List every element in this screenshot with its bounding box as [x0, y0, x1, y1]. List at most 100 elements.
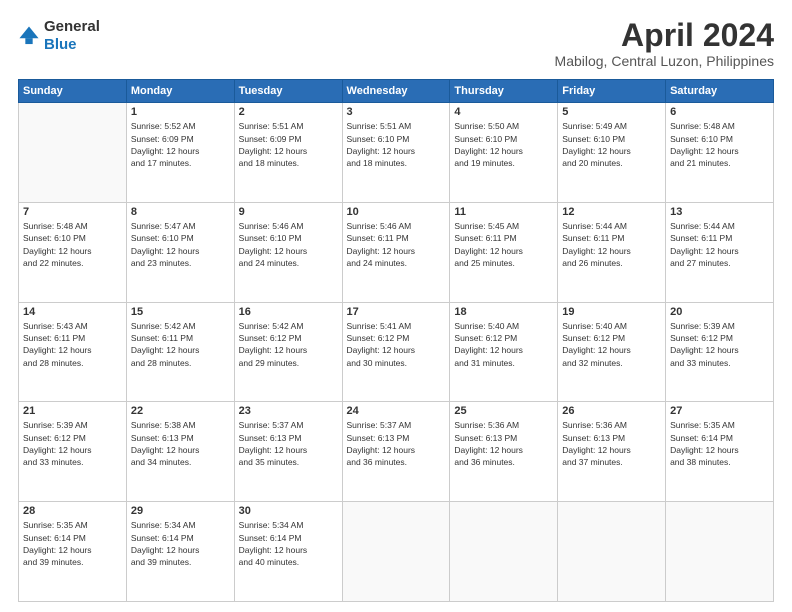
calendar-cell: 16 Sunrise: 5:42 AM Sunset: 6:12 PM Dayli… — [234, 302, 342, 402]
day-number: 8 — [131, 206, 230, 218]
day-info: Sunrise: 5:37 AM Sunset: 6:13 PM Dayligh… — [347, 419, 446, 468]
day-info: Sunrise: 5:49 AM Sunset: 6:10 PM Dayligh… — [562, 120, 661, 169]
calendar-cell: 12 Sunrise: 5:44 AM Sunset: 6:11 PM Dayli… — [558, 202, 666, 302]
calendar-cell: 10Sunrise: 5:46 AM Sunset: 6:11 PM Dayli… — [342, 202, 450, 302]
calendar-cell: 23Sunrise: 5:37 AM Sunset: 6:13 PM Dayli… — [234, 402, 342, 502]
day-info: Sunrise: 5:42 AM Sunset: 6:11 PM Dayligh… — [131, 320, 230, 369]
calendar-cell: 15 Sunrise: 5:42 AM Sunset: 6:11 PM Dayli… — [126, 302, 234, 402]
day-number: 19 — [562, 306, 661, 318]
day-info: Sunrise: 5:43 AM Sunset: 6:11 PM Dayligh… — [23, 320, 122, 369]
calendar-cell — [666, 502, 774, 602]
calendar-header-row: SundayMondayTuesdayWednesdayThursdayFrid… — [19, 80, 774, 103]
location-subtitle: Mabilog, Central Luzon, Philippines — [555, 53, 774, 69]
day-info: Sunrise: 5:48 AM Sunset: 6:10 PM Dayligh… — [23, 220, 122, 269]
day-info: Sunrise: 5:46 AM Sunset: 6:10 PM Dayligh… — [239, 220, 338, 269]
day-number: 22 — [131, 405, 230, 417]
day-number: 30 — [239, 505, 338, 517]
calendar-week-row: 1Sunrise: 5:52 AM Sunset: 6:09 PM Daylig… — [19, 103, 774, 203]
calendar-cell: 11 Sunrise: 5:45 AM Sunset: 6:11 PM Dayli… — [450, 202, 558, 302]
day-number: 15 — [131, 306, 230, 318]
day-number: 10 — [347, 206, 446, 218]
day-number: 1 — [131, 106, 230, 118]
day-number: 2 — [239, 106, 338, 118]
calendar-week-row: 7 Sunrise: 5:48 AM Sunset: 6:10 PM Daylig… — [19, 202, 774, 302]
day-header-friday: Friday — [558, 80, 666, 103]
calendar-cell: 21Sunrise: 5:39 AM Sunset: 6:12 PM Dayli… — [19, 402, 127, 502]
day-info: Sunrise: 5:34 AM Sunset: 6:14 PM Dayligh… — [239, 519, 338, 568]
day-info: Sunrise: 5:51 AM Sunset: 6:10 PM Dayligh… — [347, 120, 446, 169]
day-info: Sunrise: 5:51 AM Sunset: 6:09 PM Dayligh… — [239, 120, 338, 169]
logo-icon — [18, 25, 40, 47]
calendar-cell: 29Sunrise: 5:34 AM Sunset: 6:14 PM Dayli… — [126, 502, 234, 602]
calendar-cell: 3 Sunrise: 5:51 AM Sunset: 6:10 PM Daylig… — [342, 103, 450, 203]
day-info: Sunrise: 5:39 AM Sunset: 6:12 PM Dayligh… — [670, 320, 769, 369]
calendar-week-row: 28 Sunrise: 5:35 AM Sunset: 6:14 PM Dayli… — [19, 502, 774, 602]
logo: General Blue — [18, 18, 100, 54]
day-info: Sunrise: 5:45 AM Sunset: 6:11 PM Dayligh… — [454, 220, 553, 269]
day-info: Sunrise: 5:35 AM Sunset: 6:14 PM Dayligh… — [23, 519, 122, 568]
day-info: Sunrise: 5:41 AM Sunset: 6:12 PM Dayligh… — [347, 320, 446, 369]
day-number: 3 — [347, 106, 446, 118]
calendar-cell: 7 Sunrise: 5:48 AM Sunset: 6:10 PM Daylig… — [19, 202, 127, 302]
day-number: 12 — [562, 206, 661, 218]
calendar-cell: 26 Sunrise: 5:36 AM Sunset: 6:13 PM Dayli… — [558, 402, 666, 502]
day-number: 28 — [23, 505, 122, 517]
title-block: April 2024 Mabilog, Central Luzon, Phili… — [555, 18, 774, 69]
calendar-cell: 28 Sunrise: 5:35 AM Sunset: 6:14 PM Dayli… — [19, 502, 127, 602]
day-header-thursday: Thursday — [450, 80, 558, 103]
day-header-tuesday: Tuesday — [234, 80, 342, 103]
logo-text: General Blue — [44, 18, 100, 54]
logo-general: General — [44, 18, 100, 35]
page: General Blue April 2024 Mabilog, Central… — [0, 0, 792, 612]
day-number: 14 — [23, 306, 122, 318]
day-number: 23 — [239, 405, 338, 417]
day-info: Sunrise: 5:47 AM Sunset: 6:10 PM Dayligh… — [131, 220, 230, 269]
day-number: 7 — [23, 206, 122, 218]
day-number: 13 — [670, 206, 769, 218]
calendar-week-row: 21Sunrise: 5:39 AM Sunset: 6:12 PM Dayli… — [19, 402, 774, 502]
calendar-cell: 8 Sunrise: 5:47 AM Sunset: 6:10 PM Daylig… — [126, 202, 234, 302]
day-info: Sunrise: 5:36 AM Sunset: 6:13 PM Dayligh… — [562, 419, 661, 468]
calendar-cell: 14 Sunrise: 5:43 AM Sunset: 6:11 PM Dayli… — [19, 302, 127, 402]
day-info: Sunrise: 5:35 AM Sunset: 6:14 PM Dayligh… — [670, 419, 769, 468]
calendar-week-row: 14 Sunrise: 5:43 AM Sunset: 6:11 PM Dayli… — [19, 302, 774, 402]
day-number: 16 — [239, 306, 338, 318]
day-number: 4 — [454, 106, 553, 118]
calendar-cell: 18 Sunrise: 5:40 AM Sunset: 6:12 PM Dayli… — [450, 302, 558, 402]
calendar-cell: 5Sunrise: 5:49 AM Sunset: 6:10 PM Daylig… — [558, 103, 666, 203]
day-number: 9 — [239, 206, 338, 218]
day-header-saturday: Saturday — [666, 80, 774, 103]
day-info: Sunrise: 5:38 AM Sunset: 6:13 PM Dayligh… — [131, 419, 230, 468]
day-info: Sunrise: 5:34 AM Sunset: 6:14 PM Dayligh… — [131, 519, 230, 568]
day-number: 11 — [454, 206, 553, 218]
calendar-cell: 6Sunrise: 5:48 AM Sunset: 6:10 PM Daylig… — [666, 103, 774, 203]
day-info: Sunrise: 5:39 AM Sunset: 6:12 PM Dayligh… — [23, 419, 122, 468]
header: General Blue April 2024 Mabilog, Central… — [18, 18, 774, 69]
day-info: Sunrise: 5:48 AM Sunset: 6:10 PM Dayligh… — [670, 120, 769, 169]
calendar-cell — [342, 502, 450, 602]
day-header-wednesday: Wednesday — [342, 80, 450, 103]
calendar-cell: 25Sunrise: 5:36 AM Sunset: 6:13 PM Dayli… — [450, 402, 558, 502]
day-info: Sunrise: 5:40 AM Sunset: 6:12 PM Dayligh… — [454, 320, 553, 369]
calendar-cell: 2 Sunrise: 5:51 AM Sunset: 6:09 PM Daylig… — [234, 103, 342, 203]
day-info: Sunrise: 5:42 AM Sunset: 6:12 PM Dayligh… — [239, 320, 338, 369]
day-info: Sunrise: 5:40 AM Sunset: 6:12 PM Dayligh… — [562, 320, 661, 369]
calendar-cell — [558, 502, 666, 602]
day-number: 26 — [562, 405, 661, 417]
day-info: Sunrise: 5:44 AM Sunset: 6:11 PM Dayligh… — [562, 220, 661, 269]
calendar-cell — [450, 502, 558, 602]
calendar-cell: 24 Sunrise: 5:37 AM Sunset: 6:13 PM Dayli… — [342, 402, 450, 502]
logo-blue: Blue — [44, 36, 77, 53]
day-header-sunday: Sunday — [19, 80, 127, 103]
day-header-monday: Monday — [126, 80, 234, 103]
calendar-cell: 13 Sunrise: 5:44 AM Sunset: 6:11 PM Dayli… — [666, 202, 774, 302]
calendar-cell: 17Sunrise: 5:41 AM Sunset: 6:12 PM Dayli… — [342, 302, 450, 402]
calendar-cell: 19 Sunrise: 5:40 AM Sunset: 6:12 PM Dayli… — [558, 302, 666, 402]
calendar-cell: 27Sunrise: 5:35 AM Sunset: 6:14 PM Dayli… — [666, 402, 774, 502]
day-info: Sunrise: 5:44 AM Sunset: 6:11 PM Dayligh… — [670, 220, 769, 269]
day-number: 24 — [347, 405, 446, 417]
day-number: 18 — [454, 306, 553, 318]
calendar-cell — [19, 103, 127, 203]
calendar-table: SundayMondayTuesdayWednesdayThursdayFrid… — [18, 79, 774, 602]
day-info: Sunrise: 5:36 AM Sunset: 6:13 PM Dayligh… — [454, 419, 553, 468]
